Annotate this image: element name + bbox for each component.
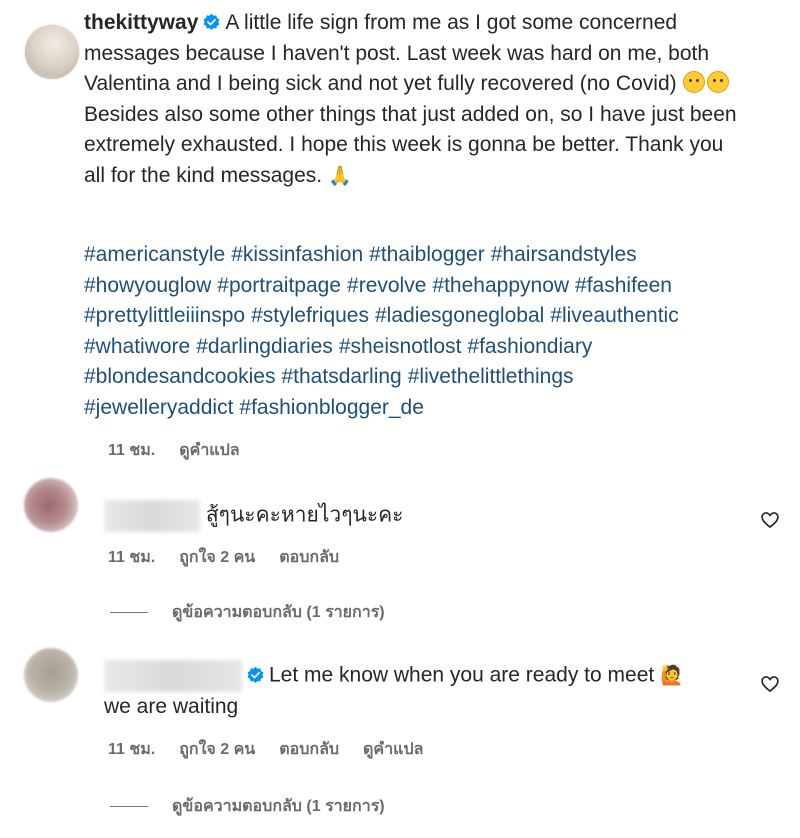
comment-text: สู้ๆนะคะหายไวๆนะคะ (205, 503, 404, 527)
comment-time[interactable]: 11 ชม. (108, 545, 155, 570)
comment-reply-button[interactable]: ตอบกลับ (279, 545, 339, 570)
hashtag-link[interactable]: #stylefriques (251, 304, 369, 327)
hashtag-link[interactable]: #liveauthentic (550, 304, 678, 327)
comment-text: Let me know when you are ready to meet (269, 663, 655, 687)
hashtag-link[interactable]: #thatsdarling (281, 365, 401, 388)
hashtag-link[interactable]: #sheisnotlost (339, 335, 462, 358)
hashtag-link[interactable]: #kissinfashion (231, 243, 363, 266)
comment-reply-button[interactable]: ตอบกลับ (279, 737, 339, 762)
hashtag-link[interactable]: #jewelleryaddict (84, 396, 233, 419)
comment-time[interactable]: 11 ชม. (108, 737, 155, 762)
folded-hands-emoji-icon: 🙏 (327, 164, 352, 187)
hashtag-link[interactable]: #fashionblogger_de (239, 396, 424, 419)
comment-username-blurred[interactable] (104, 660, 242, 692)
hashtag-link[interactable]: #fashifeen (575, 274, 672, 297)
hashtag-link[interactable]: #prettylittleiiinspo (84, 304, 245, 327)
hashtag-link[interactable]: #howyouglow (84, 274, 211, 297)
hashtag-link[interactable]: #thehappynow (432, 274, 569, 297)
hashtag-link[interactable]: #blondesandcookies (84, 365, 275, 388)
post-author-avatar[interactable] (24, 24, 80, 80)
replies-divider (110, 805, 148, 808)
verified-badge-icon (203, 13, 220, 30)
hashtag-list: #americanstyle #kissinfashion #thaiblogger… (84, 240, 764, 423)
verified-badge-icon (247, 666, 264, 683)
view-replies-button[interactable]: ดูข้อความตอบกลับ (1 รายการ) (110, 794, 385, 819)
comment-meta: 11 ชม. ถูกใจ 2 คน ตอบกลับ ดูคำแปล (108, 737, 423, 762)
hashtag-link[interactable]: #americanstyle (84, 243, 225, 266)
post-username[interactable]: thekittyway (84, 11, 198, 34)
comment-text-line2: we are waiting (104, 695, 239, 718)
worried-face-emoji-icon (683, 71, 706, 93)
post-translate-link[interactable]: ดูคำแปล (179, 438, 239, 463)
post-time[interactable]: 11 ชม. (108, 438, 155, 463)
post-caption: thekittyway A little life sign from me as… (84, 8, 744, 191)
hashtag-link[interactable]: #livethelittlethings (408, 365, 574, 388)
caption-text-2: Besides also some other things that just… (84, 102, 737, 187)
comment-body: สู้ๆนะคะหายไวๆนะคะ (104, 500, 403, 532)
hashtag-link[interactable]: #revolve (347, 274, 426, 297)
comment-avatar[interactable] (24, 648, 78, 702)
hashtag-link[interactable]: #portraitpage (217, 274, 341, 297)
hashtag-link[interactable]: #darlingdiaries (196, 335, 333, 358)
like-heart-icon[interactable] (760, 510, 780, 530)
comment-meta: 11 ชม. ถูกใจ 2 คน ตอบกลับ (108, 545, 339, 570)
hashtag-link[interactable]: #fashiondiary (467, 335, 592, 358)
replies-divider (110, 611, 148, 614)
comment-likes[interactable]: ถูกใจ 2 คน (179, 545, 255, 570)
view-replies-label: ดูข้อความตอบกลับ (1 รายการ) (172, 604, 385, 621)
hashtag-link[interactable]: #ladiesgoneglobal (375, 304, 544, 327)
hashtag-link[interactable]: #thaiblogger (369, 243, 485, 266)
comment-avatar[interactable] (24, 478, 78, 532)
like-heart-icon[interactable] (760, 674, 780, 694)
view-replies-button[interactable]: ดูข้อความตอบกลับ (1 รายการ) (110, 600, 385, 625)
hashtag-link[interactable]: #whatiwore (84, 335, 190, 358)
hashtag-link[interactable]: #hairsandstyles (491, 243, 637, 266)
view-replies-label: ดูข้อความตอบกลับ (1 รายการ) (172, 798, 385, 815)
comment-likes[interactable]: ถูกใจ 2 คน (179, 737, 255, 762)
comment-body: Let me know when you are ready to meet 🙋… (104, 660, 744, 722)
person-raising-hand-emoji-icon: 🙋 (660, 664, 684, 687)
comment-username-blurred[interactable] (104, 500, 200, 532)
comment-translate-link[interactable]: ดูคำแปล (363, 737, 423, 762)
grimacing-face-emoji-icon (707, 71, 730, 93)
post-meta: 11 ชม. ดูคำแปล (108, 438, 240, 463)
